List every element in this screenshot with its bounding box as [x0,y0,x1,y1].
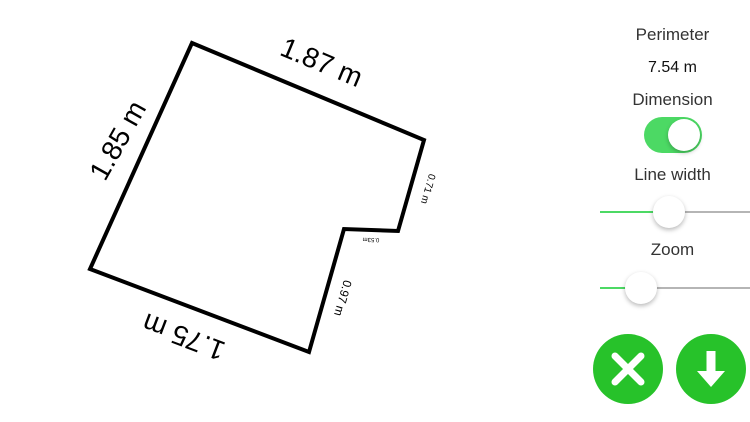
slider-thumb[interactable] [625,272,657,304]
toggle-knob [668,119,700,151]
dimension-label-left: 1.85 m [83,95,152,185]
dimension-label: Dimension [632,90,713,109]
zoom-slider[interactable] [600,271,750,305]
perimeter-value: 7.54 m [648,59,697,76]
cancel-button[interactable] [593,334,663,404]
drawing-canvas[interactable]: 1.87 m 0.71 m 0.53m 0.97 m 1.75 m 1.85 m [0,0,590,422]
settings-panel: Perimeter 7.54 m Dimension Line width Zo… [593,0,750,422]
floor-plan-editor: 1.87 m 0.71 m 0.53m 0.97 m 1.75 m 1.85 m… [0,0,750,422]
line-width-slider[interactable] [600,195,750,229]
slider-thumb[interactable] [653,196,685,228]
dimension-label-right: 0.71 m [418,172,437,204]
dimension-label-notch: 0.53m [363,236,380,243]
arrow-down-icon [697,351,725,387]
dimension-label-inner: 0.97 m [331,279,355,318]
perimeter-label: Perimeter [635,25,710,44]
download-button[interactable] [676,334,746,404]
room-outline[interactable] [87,40,427,355]
dimension-toggle[interactable] [644,117,702,153]
line-width-label: Line width [634,165,711,184]
zoom-label: Zoom [650,240,695,259]
close-icon [611,352,645,386]
